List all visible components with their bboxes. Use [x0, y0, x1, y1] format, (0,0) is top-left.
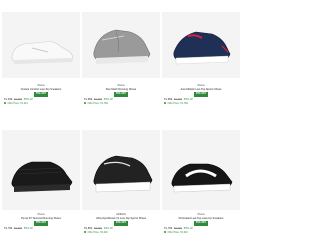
product-title[interactable]: Perforated Low-Top Lace-Up Sneakers: [162, 217, 240, 220]
offer-price: Offer Price: ₹1,799: [162, 102, 240, 105]
product-image[interactable]: [2, 130, 80, 210]
black-chunky-shoe-icon: [93, 155, 153, 193]
black-knit-shoe-icon: [11, 161, 73, 192]
offer-tag-icon: [4, 102, 6, 105]
white-low-sneaker-icon: [11, 41, 73, 64]
product-grid: Puma Cintara Comfort Low-Top Sneakers 55…: [0, 0, 242, 250]
price-row: ₹1,799 ₹3,999 55% off: [162, 227, 240, 230]
product-image[interactable]: [82, 12, 160, 78]
product-card[interactable]: Puma Perforated Low-Top Lace-Up Sneakers…: [162, 130, 240, 234]
offer-price-text: Offer Price: ₹1,214: [7, 101, 28, 105]
product-card[interactable]: Puma Flex Mesh Running Shoes 50% OFF ₹1,…: [82, 12, 160, 105]
price-row: ₹1,349 ₹2,999 55% off: [2, 98, 80, 101]
offer-price-text: Offer Price: ₹1,799: [167, 101, 188, 105]
mrp-price: ₹3,999: [93, 97, 103, 101]
product-card[interactable]: Puma Puma ST Textured Running Shoes 55% …: [2, 130, 80, 230]
discount-percent: 55% off: [183, 226, 193, 230]
offer-price-text: Offer Price: ₹4,320: [87, 230, 108, 234]
offer-price-text: Offer Price: ₹1,799: [87, 101, 108, 105]
discount-percent: 50% off: [183, 97, 193, 101]
discount-badge: 40% OFF: [114, 221, 128, 226]
offer-tag-icon: [84, 231, 86, 234]
discount-badge: 50% OFF: [194, 92, 208, 97]
product-title[interactable]: Ultra-Sportiboost V1 Low-Top Sports Shoe…: [82, 217, 160, 220]
offer-price-text: Offer Price: ₹1,619: [167, 230, 188, 234]
price-row: ₹1,799 ₹3,999 55% off: [2, 227, 80, 230]
navy-red-sports-shoe-icon: [173, 31, 231, 65]
offer-tag-icon: [164, 231, 166, 234]
sale-price: ₹1,999: [84, 97, 93, 101]
mrp-price: ₹2,999: [13, 97, 23, 101]
product-card[interactable]: Puma Axel Athletic Low-Top Sports Shoes …: [162, 12, 240, 105]
product-card[interactable]: Puma Cintara Comfort Low-Top Sneakers 55…: [2, 12, 80, 105]
mrp-price: ₹7,999: [93, 226, 103, 230]
product-image[interactable]: [162, 130, 240, 210]
product-image[interactable]: [162, 12, 240, 78]
grey-running-shoe-icon: [93, 29, 151, 64]
product-title[interactable]: Flex Mesh Running Shoes: [82, 88, 160, 91]
product-image[interactable]: [82, 130, 160, 210]
offer-price: Offer Price: ₹4,320: [82, 231, 160, 234]
product-card[interactable]: ADIDAS Ultra-Sportiboost V1 Low-Top Spor…: [82, 130, 160, 234]
discount-badge: 55% OFF: [34, 92, 48, 97]
discount-percent: 55% off: [23, 97, 33, 101]
sale-price: ₹1,799: [164, 226, 173, 230]
price-row: ₹1,999 ₹3,999 50% off: [82, 98, 160, 101]
product-title[interactable]: Cintara Comfort Low-Top Sneakers: [2, 88, 80, 91]
price-row: ₹1,999 ₹3,999 50% off: [162, 98, 240, 101]
sale-price: ₹1,349: [4, 97, 13, 101]
sale-price: ₹1,799: [4, 226, 13, 230]
discount-badge: 50% OFF: [114, 92, 128, 97]
discount-percent: 55% off: [23, 226, 33, 230]
offer-tag-icon: [164, 102, 166, 105]
discount-percent: 40% off: [103, 226, 113, 230]
discount-badge: 55% OFF: [34, 221, 48, 226]
black-white-sneaker-icon: [171, 163, 233, 193]
mrp-price: ₹3,999: [173, 226, 183, 230]
sale-price: ₹4,800: [84, 226, 93, 230]
mrp-price: ₹3,999: [13, 226, 23, 230]
product-image[interactable]: [2, 12, 80, 78]
offer-price: Offer Price: ₹1,799: [82, 102, 160, 105]
offer-price: Offer Price: ₹1,619: [162, 231, 240, 234]
discount-badge: 55% OFF: [194, 221, 208, 226]
mrp-price: ₹3,999: [173, 97, 183, 101]
offer-price: Offer Price: ₹1,214: [2, 102, 80, 105]
discount-percent: 50% off: [103, 97, 113, 101]
sale-price: ₹1,999: [164, 97, 173, 101]
product-title[interactable]: Axel Athletic Low-Top Sports Shoes: [162, 88, 240, 91]
price-row: ₹4,800 ₹7,999 40% off: [82, 227, 160, 230]
product-title[interactable]: Puma ST Textured Running Shoes: [2, 217, 80, 220]
offer-tag-icon: [84, 102, 86, 105]
